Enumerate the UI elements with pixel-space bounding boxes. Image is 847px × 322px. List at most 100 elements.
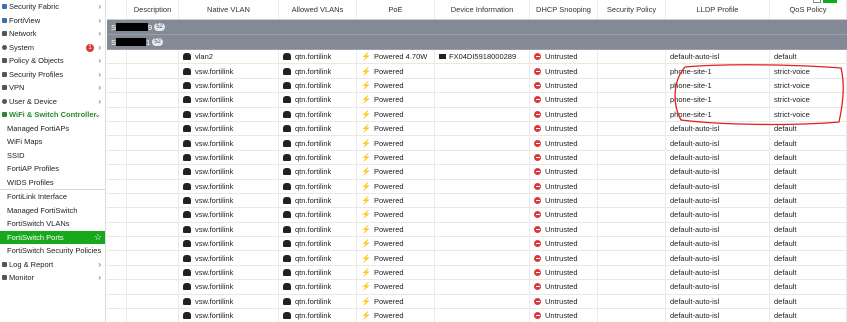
table-row[interactable]: vlan2 qtn.fortilink ⚡ Powered 4.70W FX04DI59…	[107, 50, 847, 65]
blocked-icon	[534, 153, 541, 161]
row-select-cell[interactable]	[107, 309, 127, 322]
description-cell	[127, 136, 179, 150]
allowed-vlans-value: qtn.fortilink	[295, 268, 332, 278]
row-select-cell[interactable]	[107, 121, 127, 136]
sidebar-item-label: User & Device	[9, 96, 57, 106]
row-select-cell[interactable]	[107, 193, 127, 208]
sidebar-subitem-managed-fortiaps[interactable]: Managed FortiAPs	[0, 122, 105, 136]
row-select-cell[interactable]	[107, 107, 127, 121]
blocked-icon	[534, 225, 541, 233]
sidebar-item-label: Policy & Objects	[9, 56, 64, 66]
dhcp-status: Untrusted	[545, 109, 578, 119]
table-row[interactable]: vsw.fortilink qtn.fortilink ⚡ Powered Untrus…	[107, 179, 847, 194]
sidebar-subitem-fortiswitch-ports[interactable]: FortiSwitch Ports ☆	[0, 230, 105, 244]
row-select-cell[interactable]	[107, 294, 127, 309]
sidebar-item-user-device[interactable]: User & Device ›	[0, 95, 105, 109]
row-select-cell[interactable]	[107, 208, 127, 222]
native-vlan-cell: vsw.fortilink	[179, 121, 279, 136]
row-select-cell[interactable]	[107, 280, 127, 294]
lightning-icon: ⚡	[361, 95, 371, 105]
sidebar-subitem-fortiswitch-vlans[interactable]: FortiSwitch VLANs	[0, 217, 105, 231]
row-select-cell[interactable]	[107, 78, 127, 93]
column-header[interactable]: Allowed VLANs	[279, 0, 357, 19]
table-row[interactable]: vsw.fortilink qtn.fortilink ⚡ Powered Untrus…	[107, 93, 847, 108]
group-row[interactable]: S 1 52	[107, 35, 847, 50]
column-header[interactable]: Description	[127, 0, 179, 19]
table-row[interactable]: vsw.fortilink qtn.fortilink ⚡ Powered Untrus…	[107, 121, 847, 137]
sidebar-subitem-fortiswitch-security-policies[interactable]: FortiSwitch Security Policies	[0, 244, 105, 258]
row-select-cell[interactable]	[107, 237, 127, 251]
network-icon	[2, 31, 7, 37]
row-select-cell[interactable]	[107, 265, 127, 280]
sidebar-item-network[interactable]: Network ›	[0, 27, 105, 41]
table-row[interactable]: vsw.fortilink qtn.fortilink ⚡ Powered Untrus…	[107, 309, 847, 322]
table-row[interactable]: vsw.fortilink qtn.fortilink ⚡ Powered Untrus…	[107, 208, 847, 223]
column-header[interactable]: PoE	[357, 0, 435, 19]
column-header[interactable]: Native VLAN	[179, 0, 279, 19]
native-vlan-cell: vsw.fortilink	[179, 165, 279, 179]
row-select-cell[interactable]	[107, 251, 127, 265]
toolbar-box[interactable]	[813, 0, 821, 3]
cloud-vlan-icon	[283, 197, 291, 205]
sidebar-subitem-managed-fortiswitch[interactable]: Managed FortiSwitch	[0, 204, 105, 218]
sidebar-item-fortiview[interactable]: FortiView ›	[0, 14, 105, 28]
table-row[interactable]: vsw.fortilink qtn.fortilink ⚡ Powered Untrus…	[107, 136, 847, 151]
table-row[interactable]: vsw.fortilink qtn.fortilink ⚡ Powered Untrus…	[107, 265, 847, 281]
lldp-profile-cell: default-auto-isl	[666, 150, 770, 165]
toolbar-accent[interactable]	[823, 0, 837, 3]
table-row[interactable]: vsw.fortilink qtn.fortilink ⚡ Powered Untrus…	[107, 251, 847, 266]
poe-cell: ⚡ Powered	[357, 251, 435, 265]
column-header[interactable]	[107, 0, 127, 19]
allowed-vlans-cell: qtn.fortilink	[279, 64, 357, 78]
table-row[interactable]: vsw.fortilink qtn.fortilink ⚡ Powered Untrus…	[107, 280, 847, 295]
row-select-cell[interactable]	[107, 93, 127, 107]
table-row[interactable]: vsw.fortilink qtn.fortilink ⚡ Powered Untrus…	[107, 107, 847, 122]
table-row[interactable]: vsw.fortilink qtn.fortilink ⚡ Powered Untrus…	[107, 222, 847, 238]
chart-icon	[2, 17, 7, 23]
table-row[interactable]: vsw.fortilink qtn.fortilink ⚡ Powered Untrus…	[107, 64, 847, 79]
poe-status: Powered	[373, 80, 404, 90]
lldp-profile-cell: default-auto-isl	[666, 294, 770, 309]
sidebar-item-security-profiles[interactable]: Security Profiles ›	[0, 68, 105, 82]
row-select-cell[interactable]	[107, 222, 127, 237]
column-header[interactable]: Security Policy	[598, 0, 666, 19]
poe-cell: ⚡ Powered	[357, 64, 435, 78]
sidebar-item-vpn[interactable]: VPN ›	[0, 81, 105, 95]
sidebar-item-policy-objects[interactable]: Policy & Objects ›	[0, 54, 105, 68]
device-information-cell	[435, 251, 530, 265]
sidebar-item-log-report[interactable]: Log & Report ›	[0, 258, 105, 272]
row-select-cell[interactable]	[107, 165, 127, 179]
sidebar-item-wifi-switch-controller[interactable]: WiFi & Switch Controller ⌄	[0, 108, 105, 122]
table-row[interactable]: vsw.fortilink qtn.fortilink ⚡ Powered Untrus…	[107, 193, 847, 209]
allowed-vlans-value: qtn.fortilink	[295, 181, 332, 191]
column-header[interactable]: LLDP Profile	[666, 0, 770, 19]
sidebar-item-monitor[interactable]: Monitor ›	[0, 271, 105, 285]
star-icon[interactable]: ☆	[94, 232, 102, 243]
table-row[interactable]: vsw.fortilink qtn.fortilink ⚡ Powered Untrus…	[107, 150, 847, 166]
row-select-cell[interactable]	[107, 179, 127, 193]
sidebar-subitem-wifi-maps[interactable]: WiFi Maps	[0, 135, 105, 149]
poe-cell: ⚡ Powered	[357, 309, 435, 322]
sidebar-subitem-fortiap-profiles[interactable]: FortiAP Profiles	[0, 162, 105, 176]
table-row[interactable]: vsw.fortilink qtn.fortilink ⚡ Powered Untrus…	[107, 78, 847, 94]
table-row[interactable]: vsw.fortilink qtn.fortilink ⚡ Powered Untrus…	[107, 237, 847, 252]
fabric-icon	[2, 4, 7, 10]
monitor-icon	[2, 275, 7, 281]
sidebar-subitem-fortilink-interface[interactable]: FortiLink Interface	[0, 190, 105, 204]
row-select-cell[interactable]	[107, 50, 127, 64]
column-header[interactable]: Device Information	[435, 0, 530, 19]
native-vlan-cell: vsw.fortilink	[179, 107, 279, 121]
redacted-name	[116, 38, 147, 46]
sidebar-subitem-ssid[interactable]: SSID	[0, 149, 105, 163]
sidebar-item-security-fabric[interactable]: Security Fabric ›	[0, 0, 105, 14]
sidebar-item-system[interactable]: System 1 ›	[0, 41, 105, 55]
sidebar-subitem-wids-profiles[interactable]: WIDS Profiles	[0, 176, 105, 190]
row-select-cell[interactable]	[107, 64, 127, 78]
row-select-cell[interactable]	[107, 136, 127, 150]
table-row[interactable]: vsw.fortilink qtn.fortilink ⚡ Powered Untrus…	[107, 165, 847, 180]
chevron-right-icon: ›	[98, 273, 101, 282]
group-row[interactable]: S 9 52	[107, 20, 847, 35]
column-header[interactable]: DHCP Snooping	[530, 0, 598, 19]
row-select-cell[interactable]	[107, 150, 127, 165]
table-row[interactable]: vsw.fortilink qtn.fortilink ⚡ Powered Untrus…	[107, 294, 847, 310]
